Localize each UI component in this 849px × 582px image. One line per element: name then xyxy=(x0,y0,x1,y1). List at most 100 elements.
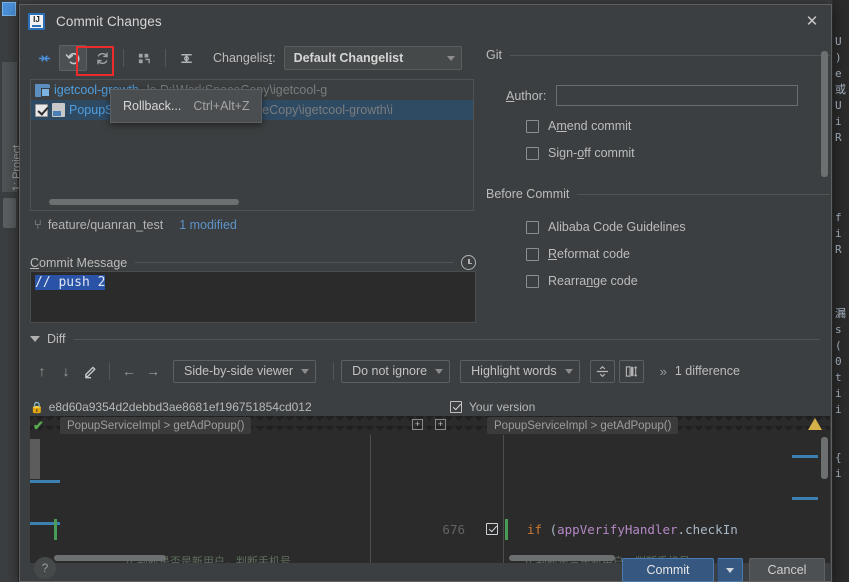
signoff-commit-row[interactable]: Sign-off commit xyxy=(486,146,830,160)
cancel-button[interactable]: Cancel xyxy=(749,558,825,582)
green-check-icon: ✔ xyxy=(33,418,44,433)
show-diff-icon[interactable] xyxy=(172,45,200,71)
clock-icon[interactable] xyxy=(461,255,476,270)
left-breadcrumb: PopupServiceImpl > getAdPopup() xyxy=(60,417,252,434)
left-expand-icon[interactable]: + xyxy=(412,419,423,430)
right-breadcrumb-bar: + PopupServiceImpl > getAdPopup() xyxy=(429,416,830,435)
left-code-area[interactable]: 676 if (appVerifyHandler.check 677 logge… xyxy=(30,435,429,563)
collapse-triangle-icon[interactable] xyxy=(30,336,40,342)
highlight-mode-value: Highlight words xyxy=(471,364,557,378)
right-expand-icon[interactable]: + xyxy=(435,419,446,430)
right-insertion-edge xyxy=(505,519,508,540)
viewer-mode-dropdown[interactable]: Side-by-side viewer xyxy=(173,359,317,383)
collapse-all-icon[interactable] xyxy=(30,45,58,71)
ide-left-toolwindow-strip: 1: Project xyxy=(0,0,23,582)
right-change-marker-2 xyxy=(792,497,818,500)
reformat-code-label: Reformat code xyxy=(548,247,630,261)
author-field[interactable] xyxy=(556,85,799,106)
group-by-icon[interactable] xyxy=(130,45,158,71)
rearrange-code-label: Rearrange code xyxy=(548,274,638,288)
signoff-commit-label: Sign-off commit xyxy=(548,146,635,160)
help-button[interactable]: ? xyxy=(34,557,56,579)
diff-toolbar-divider-2 xyxy=(333,362,335,380)
left-gutter-separator xyxy=(370,435,371,563)
left-change-marker-1 xyxy=(30,480,60,483)
rearrange-code-row[interactable]: Rearrange code xyxy=(486,274,830,288)
left-scroll-thumb[interactable] xyxy=(30,439,40,479)
more-options-chevron-icon[interactable]: » xyxy=(660,364,667,379)
right-code-area[interactable]: 676 if (appVerifyHandler.checkIn 677 log… xyxy=(429,435,830,563)
git-group-header: Git xyxy=(486,47,830,63)
line-number: 676 xyxy=(442,522,465,537)
your-version-checkbox[interactable] xyxy=(450,401,462,413)
right-vertical-scrollbar[interactable] xyxy=(821,437,828,479)
left-horizontal-scrollbar[interactable] xyxy=(54,555,166,561)
show-whitespace-icon[interactable] xyxy=(618,359,644,383)
right-horizontal-scrollbar[interactable] xyxy=(509,555,615,561)
refresh-icon[interactable] xyxy=(88,45,116,71)
reformat-code-checkbox[interactable] xyxy=(526,247,539,261)
project-toolwindow-tab[interactable]: 1: Project xyxy=(2,62,23,192)
rollback-tooltip: Rollback... Ctrl+Alt+Z xyxy=(110,89,262,123)
commit-message-input[interactable]: // push 2 xyxy=(30,271,476,323)
amend-commit-row[interactable]: Amend commit xyxy=(486,119,830,133)
viewer-mode-value: Side-by-side viewer xyxy=(184,364,294,378)
rearrange-code-checkbox[interactable] xyxy=(526,274,539,288)
git-group-title: Git xyxy=(486,48,502,62)
amend-commit-checkbox[interactable] xyxy=(526,119,539,133)
rollback-icon[interactable] xyxy=(59,45,87,71)
alibaba-guidelines-row[interactable]: Alibaba Code Guidelines xyxy=(486,220,830,234)
previous-difference-icon[interactable]: ↑ xyxy=(30,360,54,382)
edit-pencil-icon[interactable] xyxy=(78,360,102,382)
next-difference-icon[interactable]: ↓ xyxy=(54,360,78,382)
lock-icon: 🔒 xyxy=(30,401,44,414)
author-label: Author: xyxy=(506,88,547,103)
alibaba-guidelines-checkbox[interactable] xyxy=(526,220,539,234)
commit-options-panel: Git Author: Amend commit Sign-off commit… xyxy=(486,47,830,347)
diff-pane-left[interactable]: ✔ PopupServiceImpl > getAdPopup() + 676 … xyxy=(30,416,429,563)
left-insertion-edge xyxy=(54,519,57,540)
apply-right-icon[interactable]: → xyxy=(141,360,165,382)
diff-section-header: Diff xyxy=(30,332,820,346)
commit-dropdown-button[interactable] xyxy=(717,558,743,582)
options-panel-scrollbar[interactable] xyxy=(821,51,828,177)
signoff-commit-checkbox[interactable] xyxy=(526,146,539,160)
diff-pane-right[interactable]: + PopupServiceImpl > getAdPopup() 676 if… xyxy=(429,416,830,563)
diff-revision-row: 🔒 e8d60a9354d2debbd3ae8681ef196751854cd0… xyxy=(30,399,830,415)
chevron-down-icon xyxy=(726,567,734,573)
ignore-mode-value: Do not ignore xyxy=(352,364,428,378)
java-file-icon xyxy=(52,103,65,117)
chevron-down-icon xyxy=(435,368,444,374)
ignore-mode-dropdown[interactable]: Do not ignore xyxy=(341,359,451,383)
commit-message-value: // push 2 xyxy=(35,275,106,290)
accept-change-checkbox[interactable] xyxy=(486,523,498,535)
dialog-titlebar: Commit Changes ✕ xyxy=(20,5,831,37)
changelist-dropdown[interactable]: Default Changelist xyxy=(283,46,462,70)
highlight-mode-dropdown[interactable]: Highlight words xyxy=(460,359,580,383)
diff-toolbar: ↑ ↓ ← → Side-by-side viewer Do not ignor… xyxy=(30,357,830,385)
close-icon[interactable]: ✕ xyxy=(799,9,825,33)
commit-message-header: Commit Message xyxy=(30,255,476,270)
list-item-checkbox[interactable] xyxy=(35,103,48,117)
commit-button[interactable]: Commit xyxy=(622,558,714,582)
file-list-horizontal-scrollbar[interactable] xyxy=(49,199,239,205)
author-row: Author: xyxy=(486,85,830,106)
modified-count: 1 modified xyxy=(179,217,237,232)
chevron-down-icon xyxy=(564,368,573,374)
apply-left-icon[interactable]: ← xyxy=(117,360,141,382)
ide-left-scroll-thumb[interactable] xyxy=(3,198,16,228)
rollback-tooltip-shortcut: Ctrl+Alt+Z xyxy=(193,99,250,113)
commit-changes-dialog: Commit Changes ✕ xyxy=(19,4,832,582)
before-commit-group-header: Before Commit xyxy=(486,186,830,202)
toolbar-divider-2 xyxy=(165,49,166,67)
alibaba-guidelines-label: Alibaba Code Guidelines xyxy=(548,220,686,234)
your-version-label: Your version xyxy=(469,400,536,414)
left-revision-hash: e8d60a9354d2debbd3ae8681ef196751854cd012 xyxy=(48,400,312,414)
right-gutter-separator xyxy=(503,435,504,563)
collapse-unchanged-icon[interactable] xyxy=(589,359,615,383)
warning-triangle-icon xyxy=(808,418,822,430)
reformat-code-row[interactable]: Reformat code xyxy=(486,247,830,261)
changelist-label: Changelist: xyxy=(213,51,276,65)
ide-editor-right-sliver: U) e 或 Ui R fiR 漏 s(0 t i i {i xyxy=(832,0,849,582)
git-group-rule xyxy=(509,54,830,56)
